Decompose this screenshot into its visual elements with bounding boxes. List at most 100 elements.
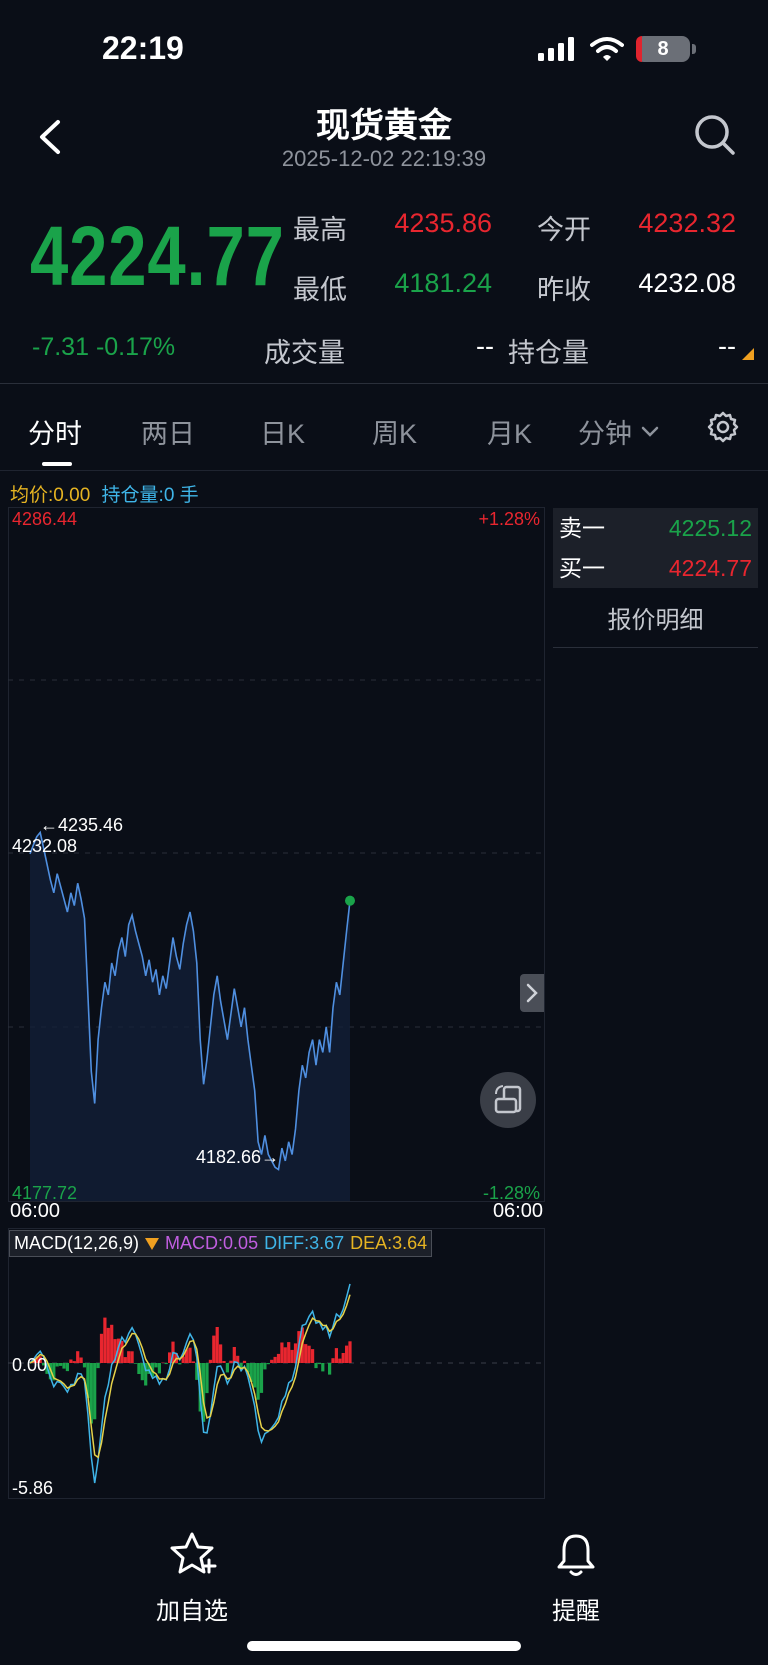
high-label: 最高 [293,215,347,245]
macd-bar [266,1363,270,1365]
price-alert-label: 提醒 [552,1598,600,1625]
tab-minute-label: 分钟 [578,419,632,449]
prev-close-label: 昨收 [537,275,591,305]
prev-close-value: 4232.08 [638,268,736,298]
macd-bar [205,1363,209,1394]
macd-bar [276,1353,281,1363]
tab-weekly-k[interactable]: 周K [372,412,417,451]
tab-minute-dropdown[interactable]: 分钟 [578,412,660,451]
divider [0,470,768,471]
landscape-button[interactable] [480,1072,536,1128]
open-label: 今开 [537,215,591,245]
search-button[interactable] [692,112,738,158]
price-chart[interactable]: 4286.44 +1.28% 4177.72 -1.28% 4232.08 ←4… [8,507,545,1219]
macd-bar [140,1363,144,1381]
macd-bar [123,1357,127,1363]
macd-bar [69,1359,73,1363]
battery-icon: 8 [636,36,690,62]
x-start-label: 06:00 [10,1200,60,1219]
settings-button[interactable] [706,410,740,449]
page-title: 现货黄金 [316,107,452,145]
macd-bar [253,1363,257,1388]
add-watchlist-label: 加自选 [156,1598,228,1625]
macd-bar [225,1363,229,1373]
tab-underline [42,462,72,466]
macd-bar [157,1363,161,1374]
page-subtitle: 2025-12-02 22:19:39 [281,146,487,171]
change-value: -7.31 [32,333,89,361]
chevron-right-icon [526,983,538,1003]
macd-bar [290,1349,294,1363]
tab-two-day[interactable]: 两日 [141,412,195,451]
macd-bar [317,1363,321,1365]
tab-monthly-k[interactable]: 月K [487,412,532,451]
macd-bar [208,1359,212,1363]
open-interest-value: -- [718,331,736,361]
macd-bar [331,1358,335,1363]
macd-bar [96,1363,100,1369]
macd-bar [59,1363,63,1366]
open-interest-info: 持仓量:0 手 [101,485,199,506]
macd-bar [304,1344,308,1363]
macd-bar [273,1356,277,1363]
macd-bar [229,1360,233,1363]
macd-bar [283,1347,287,1363]
high-value: 4235.86 [394,208,492,238]
macd-bar [133,1363,138,1364]
volume-label: 成交量 [264,338,345,368]
macd-bar [178,1363,182,1365]
macd-bar [348,1341,352,1363]
volume-value: -- [476,331,494,361]
avg-price: 均价:0.00 [10,485,91,506]
macd-bar [259,1363,264,1393]
panel-toggle-button[interactable] [520,974,544,1012]
cellular-signal-icon [538,37,574,61]
star-plus-icon [170,1532,217,1574]
triangle-down-icon [145,1237,160,1250]
gear-icon [707,411,739,443]
ask-label: 卖一 [559,515,605,541]
max-annotation: ←4235.46 [40,815,123,835]
macd-bar [164,1363,168,1365]
min-annotation: 4182.66→ [196,1147,279,1167]
macd-bar [110,1324,114,1363]
macd-bar [334,1348,338,1363]
order-book: 卖一 4225.12 买一 4224.77 报价明细 [553,508,758,648]
wifi-icon [590,37,624,61]
bid-row: 买一 4224.77 [553,548,758,588]
macd-bar [222,1361,226,1363]
dea-line [29,1294,351,1459]
macd-bar [338,1358,342,1363]
macd-bar [328,1363,332,1375]
macd-bar [55,1363,59,1367]
ask-row: 卖一 4225.12 [553,508,758,548]
price-alert-button[interactable]: 提醒 [536,1530,616,1626]
macd-chart[interactable]: 0.00 -5.86 [8,1228,545,1500]
prev-close-axis-label: 4232.08 [12,836,77,856]
quote-detail-tab[interactable]: 报价明细 [553,600,758,648]
macd-bar [263,1363,267,1370]
open-interest-label: 持仓量 [508,338,589,368]
tab-intraday[interactable]: 分时 [28,412,82,451]
macd-bar [76,1351,80,1363]
macd-bar [62,1363,66,1369]
search-icon [695,115,735,155]
macd-bar [82,1363,87,1368]
diff-line [29,1283,351,1484]
macd-bar [79,1357,83,1363]
rotate-screen-icon [494,1085,522,1114]
battery-level: 8 [657,38,669,60]
macd-legend[interactable]: MACD(12,26,9) MACD:0.05 DIFF:3.67 DEA:3.… [9,1230,433,1257]
macd-bar [154,1363,158,1368]
tab-daily-k[interactable]: 日K [260,412,305,451]
status-icons: 8 [538,36,696,62]
home-indicator[interactable] [247,1641,521,1651]
low-value: 4181.24 [394,268,492,298]
macd-bar [93,1363,97,1420]
macd-value: MACD:0.05 [165,1233,259,1253]
last-price-dot [345,895,355,906]
macd-bar [215,1327,219,1363]
macd-bar [287,1342,291,1363]
macd-bar [212,1335,216,1363]
add-watchlist-button[interactable]: 加自选 [148,1530,236,1626]
